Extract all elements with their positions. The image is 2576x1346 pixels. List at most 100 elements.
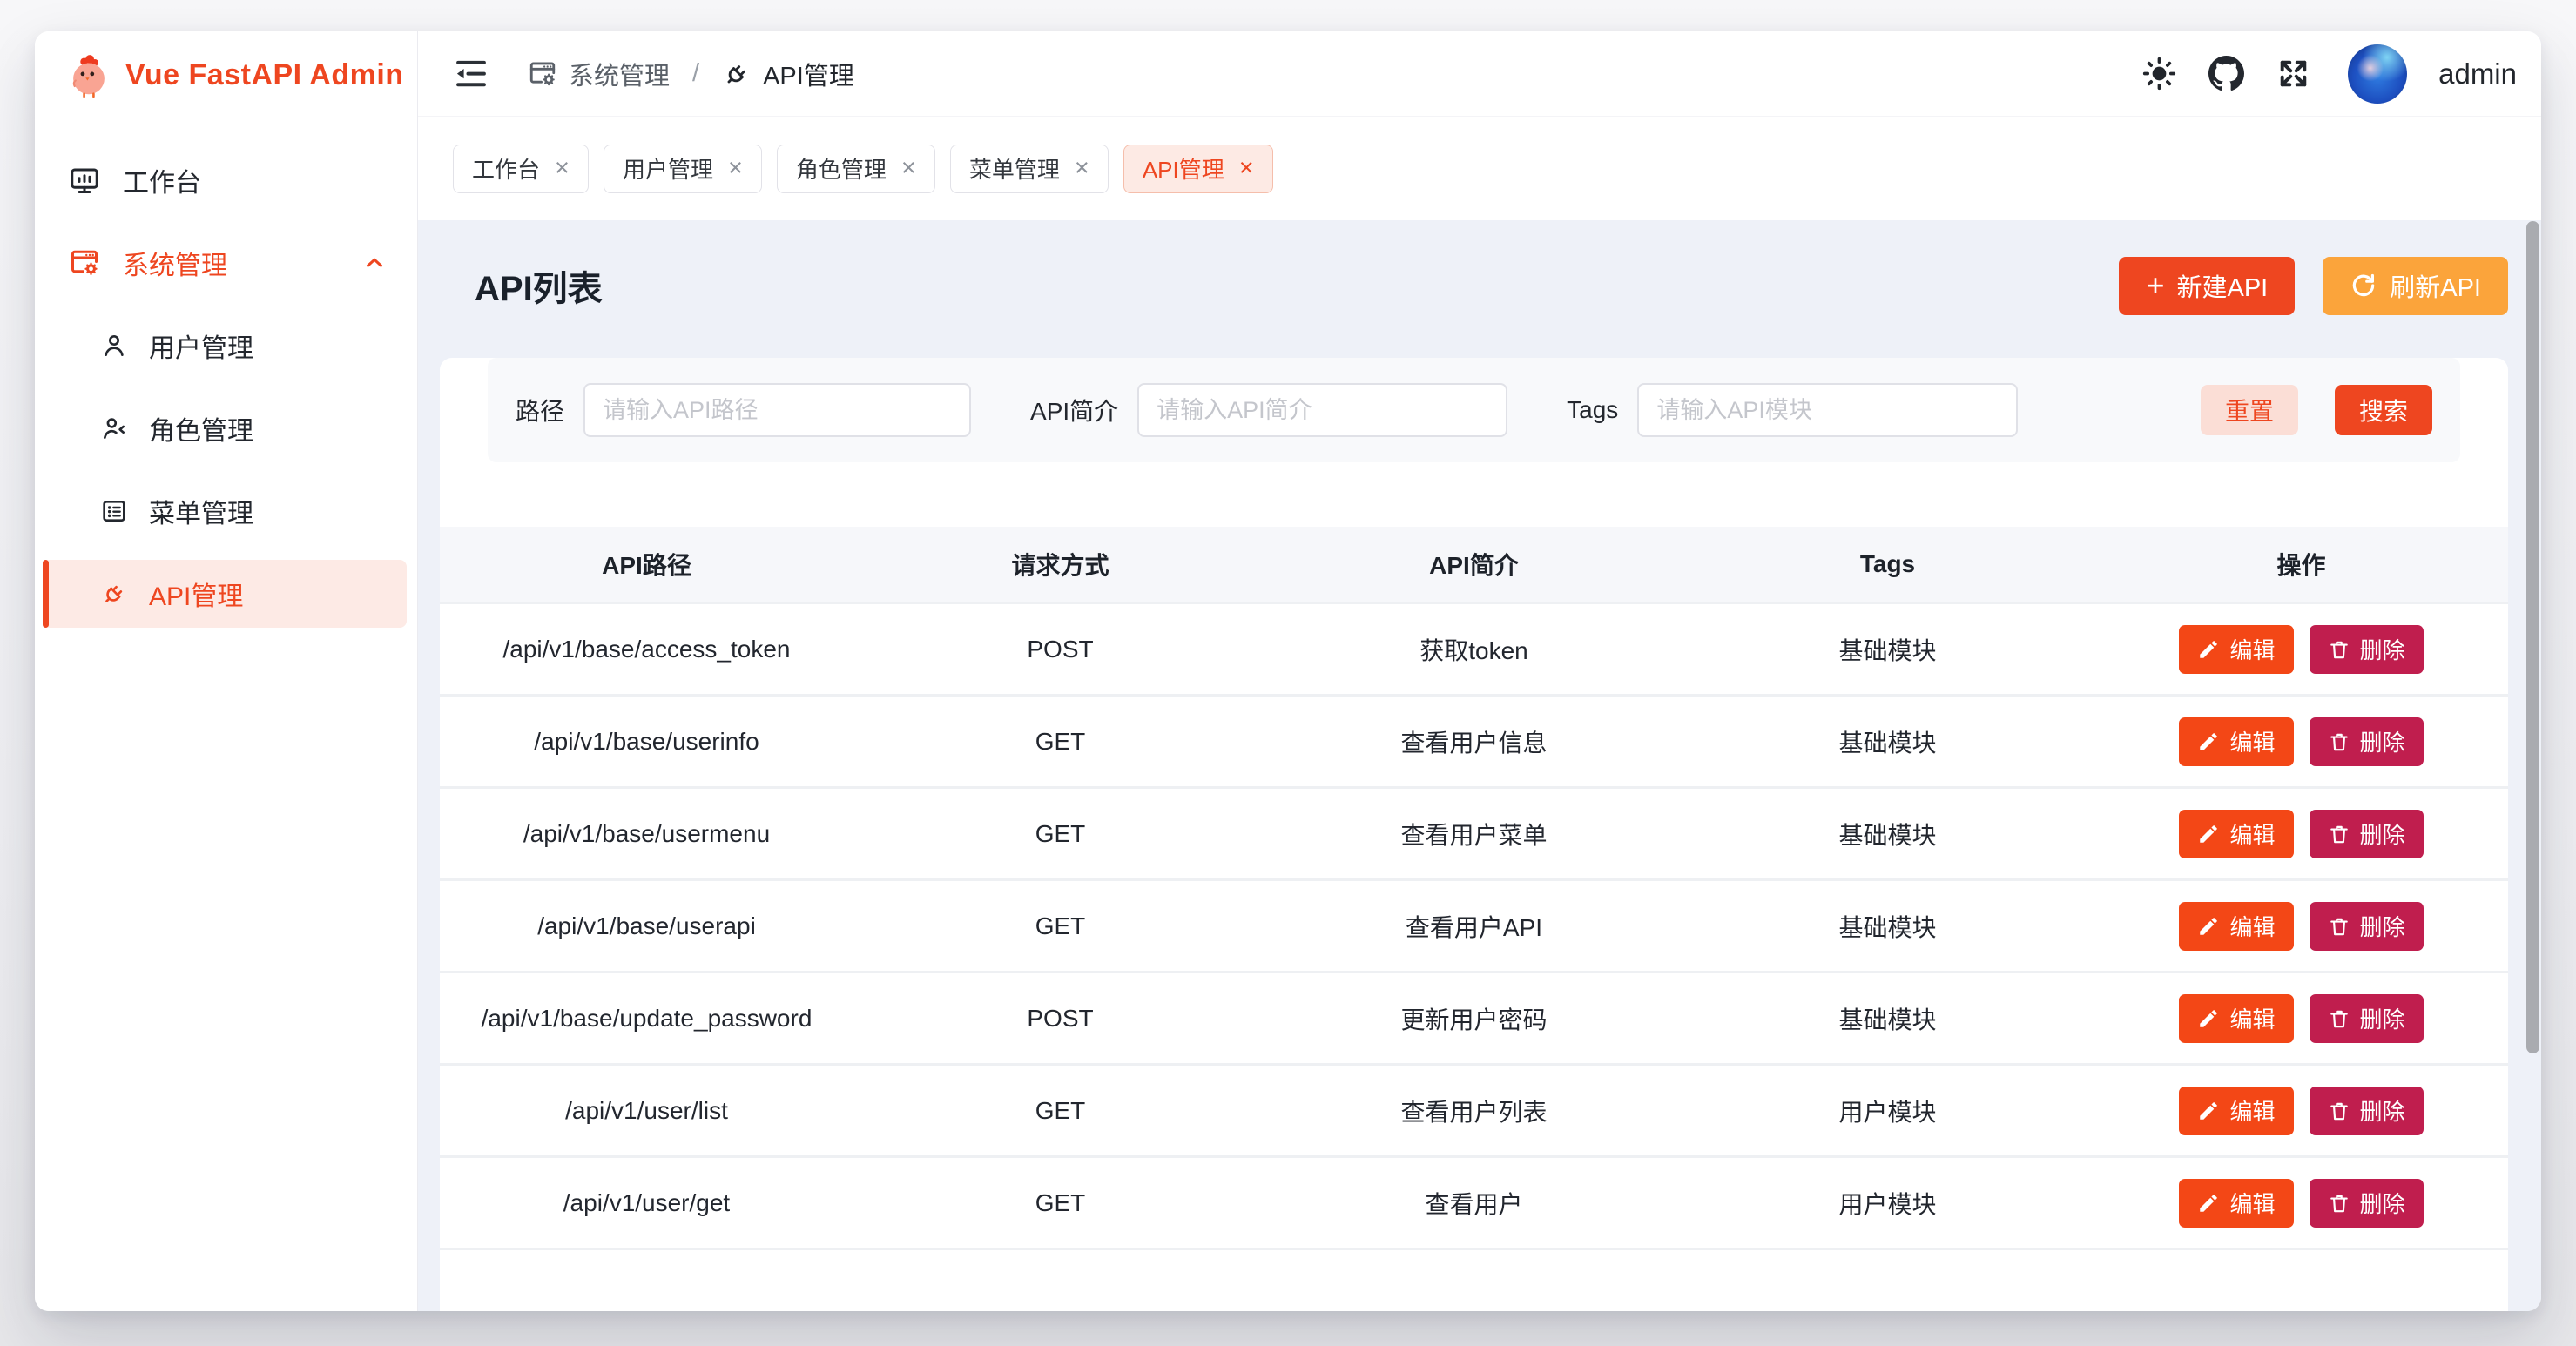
tab-workbench[interactable]: 工作台 × [453, 145, 589, 193]
delete-button[interactable]: 删除 [2310, 1179, 2424, 1228]
delete-button[interactable]: 删除 [2310, 625, 2424, 674]
col-method: 请求方式 [853, 547, 1267, 582]
edit-button[interactable]: 编辑 [2179, 902, 2293, 951]
sun-icon[interactable] [2141, 56, 2177, 91]
table-row: /api/v1/base/userinfoGET查看用户信息基础模块编辑删除 [440, 694, 2508, 786]
edit-button[interactable]: 编辑 [2179, 810, 2293, 858]
topbar: 系统管理 / API管理 [418, 31, 2541, 116]
sidebar-item-system[interactable]: 系统管理 [43, 229, 407, 297]
delete-button[interactable]: 删除 [2310, 810, 2424, 858]
list-icon [100, 497, 128, 525]
edit-button[interactable]: 编辑 [2179, 717, 2293, 766]
pencil-icon [2197, 638, 2220, 661]
sidebar-item-label: 系统管理 [123, 244, 227, 282]
tab-menus[interactable]: 菜单管理 × [950, 145, 1109, 193]
monitor-icon [69, 165, 100, 196]
search-button[interactable]: 搜索 [2335, 385, 2432, 435]
cell-summary: 查看用户 [1267, 1186, 1681, 1221]
cell-actions: 编辑删除 [2094, 1179, 2508, 1228]
breadcrumb-item-system[interactable]: 系统管理 [528, 56, 670, 92]
edit-button[interactable]: 编辑 [2179, 625, 2293, 674]
delete-button[interactable]: 删除 [2310, 902, 2424, 951]
pencil-icon [2197, 730, 2220, 753]
tags-input[interactable] [1637, 383, 2018, 437]
browser-gear-icon [528, 59, 557, 89]
close-icon[interactable]: × [1075, 156, 1089, 181]
table-row-partial [440, 1248, 2508, 1260]
edit-button[interactable]: 编辑 [2179, 1087, 2293, 1135]
summary-input[interactable] [1137, 383, 1507, 437]
cell-method: POST [853, 1005, 1267, 1033]
close-icon[interactable]: × [901, 156, 916, 181]
cell-method: GET [853, 1097, 1267, 1125]
menu-fold-icon[interactable] [453, 56, 489, 92]
close-icon[interactable]: × [1239, 156, 1254, 181]
sidebar-item-users[interactable]: 用户管理 [43, 312, 407, 380]
sidebar-item-label: API管理 [149, 575, 243, 613]
filter-actions: 重置 搜索 [2201, 385, 2432, 435]
close-icon[interactable]: × [728, 156, 743, 181]
table-row: /api/v1/user/listGET查看用户列表用户模块编辑删除 [440, 1063, 2508, 1155]
edit-button[interactable]: 编辑 [2179, 994, 2293, 1043]
trash-icon [2328, 1192, 2350, 1215]
username[interactable]: admin [2438, 57, 2517, 91]
avatar[interactable] [2348, 44, 2407, 104]
trash-icon [2328, 730, 2350, 753]
cell-tags: 基础模块 [1681, 724, 2094, 759]
new-api-button[interactable]: + 新建API [2119, 257, 2295, 315]
expand-icon[interactable] [2276, 56, 2311, 91]
tab-api[interactable]: API管理 × [1123, 145, 1273, 193]
col-tags: Tags [1681, 550, 2094, 578]
breadcrumb: 系统管理 / API管理 [528, 56, 854, 92]
sidebar-item-workbench[interactable]: 工作台 [43, 146, 407, 214]
cell-path: /api/v1/base/access_token [440, 636, 853, 663]
page-header: API列表 + 新建API 刷新API [440, 255, 2508, 316]
sidebar-item-api[interactable]: API管理 [43, 560, 407, 628]
reset-button[interactable]: 重置 [2201, 385, 2298, 435]
sidebar-item-roles[interactable]: 角色管理 [43, 394, 407, 462]
browser-gear-icon [69, 247, 100, 279]
pencil-icon [2197, 1192, 2220, 1215]
header-actions: + 新建API 刷新API [2119, 257, 2508, 315]
col-actions: 操作 [2094, 547, 2508, 582]
cell-actions: 编辑删除 [2094, 1087, 2508, 1135]
api-table: API路径 请求方式 API简介 Tags 操作 /api/v1/base/ac… [440, 527, 2508, 1260]
page-content: API列表 + 新建API 刷新API [418, 220, 2541, 1311]
tab-roles[interactable]: 角色管理 × [777, 145, 935, 193]
tags-label: Tags [1567, 396, 1618, 424]
table-row: /api/v1/base/update_passwordPOST更新用户密码基础… [440, 971, 2508, 1063]
scrollbar-thumb[interactable] [2526, 221, 2539, 1053]
github-icon[interactable] [2208, 56, 2244, 91]
cell-actions: 编辑删除 [2094, 902, 2508, 951]
sidebar-item-menus[interactable]: 菜单管理 [43, 477, 407, 545]
delete-button[interactable]: 删除 [2310, 994, 2424, 1043]
delete-button[interactable]: 删除 [2310, 1087, 2424, 1135]
cell-actions: 编辑删除 [2094, 994, 2508, 1043]
plus-icon: + [2146, 270, 2164, 301]
cell-method: GET [853, 820, 1267, 848]
main-area: 系统管理 / API管理 [418, 31, 2541, 1311]
tab-bar: 工作台 × 用户管理 × 角色管理 × 菜单管理 × API管理 × [418, 116, 2541, 220]
cell-summary: 查看用户API [1267, 909, 1681, 944]
close-icon[interactable]: × [555, 156, 570, 181]
edit-button[interactable]: 编辑 [2179, 1179, 2293, 1228]
path-input[interactable] [583, 383, 971, 437]
table-row: /api/v1/user/getGET查看用户用户模块编辑删除 [440, 1155, 2508, 1248]
breadcrumb-item-api[interactable]: API管理 [722, 56, 854, 92]
plug-icon [100, 580, 128, 608]
logo-title: Vue FastAPI Admin [125, 58, 404, 92]
cell-actions: 编辑删除 [2094, 625, 2508, 674]
app-logo[interactable]: Vue FastAPI Admin [35, 31, 417, 98]
person-icon [100, 332, 128, 360]
delete-button[interactable]: 删除 [2310, 717, 2424, 766]
tab-users[interactable]: 用户管理 × [604, 145, 762, 193]
col-summary: API简介 [1267, 547, 1681, 582]
app-window: Vue FastAPI Admin 工作台 [35, 31, 2541, 1311]
cell-tags: 基础模块 [1681, 909, 2094, 944]
sidebar-item-label: 工作台 [123, 161, 201, 199]
refresh-api-button[interactable]: 刷新API [2323, 257, 2508, 315]
cell-path: /api/v1/base/userinfo [440, 728, 853, 756]
table-row: /api/v1/base/usermenuGET查看用户菜单基础模块编辑删除 [440, 786, 2508, 878]
trash-icon [2328, 1100, 2350, 1122]
breadcrumb-label: API管理 [763, 56, 854, 92]
